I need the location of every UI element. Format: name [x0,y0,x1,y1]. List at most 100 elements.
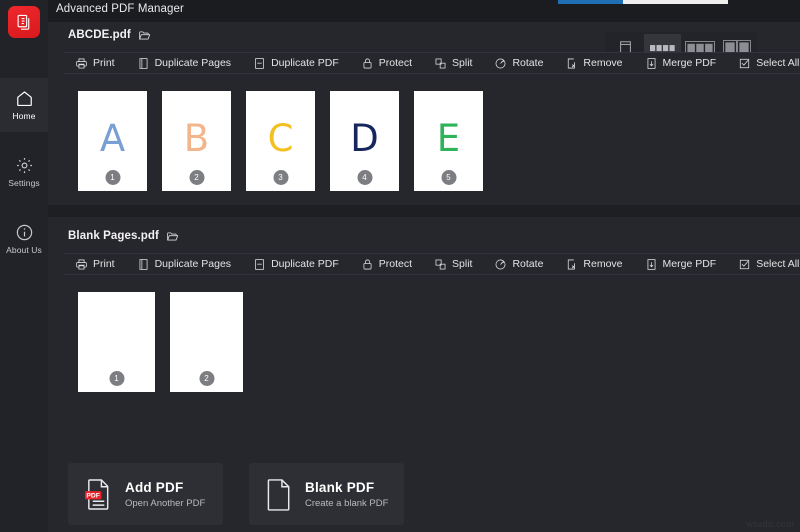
page-letter: E [436,116,461,160]
file-section: Blank Pages.pdf Print Duplicate Pages Du… [48,223,800,392]
add-pdf-title: Add PDF [125,479,184,495]
action-rotate-label: Rotate [512,57,544,69]
page-thumbnail[interactable]: D 4 [330,91,399,191]
progress-bar-track [558,0,728,4]
page-number-badge: 3 [273,170,288,185]
main-content: ABCDE.pdf Print Duplicate Pages Duplicat… [48,22,800,532]
page-thumbnail[interactable]: B 2 [162,91,231,191]
page-thumbnail-list: A 1 B 2 C 3 D 4 E 5 [48,74,800,191]
page-number-badge: 4 [357,170,372,185]
blank-pdf-text: Blank PDF Create a blank PDF [305,480,388,509]
site-watermark: wsxdn.com [746,519,794,529]
printer-icon [76,259,87,269]
sidebar-items: Home Settings About Us [0,78,48,279]
duplicate-pdf-icon [255,258,264,270]
action-duplicate-pages-label: Duplicate Pages [154,57,232,69]
page-thumbnail[interactable]: 1 [78,292,155,392]
action-remove-label: Remove [583,57,623,69]
action-rotate[interactable]: Rotate [483,253,554,275]
action-duplicate-pdf[interactable]: Duplicate PDF [242,52,350,74]
blank-file-icon [267,478,290,511]
action-protect[interactable]: Protect [350,253,423,275]
action-print[interactable]: Print [64,52,126,74]
action-remove[interactable]: Remove [554,52,633,74]
page-number-badge: 5 [441,170,456,185]
action-protect-label: Protect [378,57,413,69]
sidebar-item-about-us-label: About Us [6,245,42,256]
gear-icon [16,158,32,174]
sidebar-item-home[interactable]: Home [0,78,48,132]
page-letter: C [267,116,294,160]
printer-icon [76,58,87,68]
page-thumbnail-list: 1 2 [48,275,800,392]
page-thumbnail[interactable]: 2 [170,292,243,392]
page-number-badge: 2 [199,371,214,386]
action-protect-label: Protect [378,258,413,270]
file-section: ABCDE.pdf Print Duplicate Pages Duplicat… [48,22,800,191]
section-divider [48,205,800,217]
action-print[interactable]: Print [64,253,126,275]
action-select-all[interactable]: Select All [727,253,800,275]
page-thumbnail[interactable]: E 5 [414,91,483,191]
action-print-label: Print [93,258,115,270]
page-letter: B [183,116,210,160]
action-merge-pdf[interactable]: Merge PDF [634,253,728,275]
blank-pdf-title: Blank PDF [305,479,375,495]
action-split[interactable]: Split [423,253,483,275]
file-name: ABCDE.pdf [68,29,131,41]
app-title: Advanced PDF Manager [56,3,184,15]
page-thumbnail[interactable]: A 1 [78,91,147,191]
sidebar-item-settings-label: Settings [8,178,40,189]
add-pdf-text: Add PDF Open Another PDF [125,480,205,509]
action-select-all-label: Select All [756,57,800,69]
open-folder-icon[interactable] [166,230,179,243]
remove-icon [568,259,576,269]
blank-pdf-subtitle: Create a blank PDF [305,497,389,509]
action-rotate[interactable]: Rotate [483,52,554,74]
page-letter: A [99,116,126,160]
page-letter: D [350,116,379,160]
action-merge-pdf-label: Merge PDF [662,258,717,270]
merge-pdf-icon [647,258,655,270]
split-icon [435,259,446,269]
bottom-action-bar: PDF Add PDF Open Another PDF Blank PDF C… [48,456,800,532]
action-duplicate-pages[interactable]: Duplicate Pages [126,253,242,275]
open-folder-icon[interactable] [138,29,151,42]
page-thumbnail[interactable]: C 3 [246,91,315,191]
action-remove[interactable]: Remove [554,253,633,275]
blank-pdf-button[interactable]: Blank PDF Create a blank PDF [249,463,404,525]
action-print-label: Print [93,57,115,69]
sidebar-item-home-label: Home [12,111,36,122]
action-duplicate-pages-label: Duplicate Pages [154,258,232,270]
page-number-badge: 2 [189,170,204,185]
sidebar-item-settings[interactable]: Settings [0,145,48,199]
action-merge-pdf[interactable]: Merge PDF [634,52,728,74]
sidebar: Home Settings About Us [0,0,48,532]
app-window: Advanced PDF Manager Home Settings About… [0,0,800,532]
action-duplicate-pages[interactable]: Duplicate Pages [126,52,242,74]
page-number-badge: 1 [109,371,124,386]
file-header: Blank Pages.pdf [48,223,800,249]
action-duplicate-pdf[interactable]: Duplicate PDF [242,253,350,275]
action-remove-label: Remove [583,258,623,270]
app-logo [8,6,40,38]
action-select-all[interactable]: Select All [727,52,800,74]
action-protect[interactable]: Protect [350,52,423,74]
progress-bar-fill [558,0,623,4]
sidebar-item-about-us[interactable]: About Us [0,212,48,266]
duplicate-pdf-icon [255,57,264,69]
checkbox-check-icon [740,58,750,68]
lock-icon [363,259,372,269]
action-split-label: Split [452,57,473,69]
duplicate-pages-icon [139,258,148,270]
action-duplicate-pdf-label: Duplicate PDF [271,57,339,69]
svg-text:PDF: PDF [86,492,100,499]
action-rotate-label: Rotate [512,258,544,270]
action-split[interactable]: Split [423,52,483,74]
action-split-label: Split [452,258,473,270]
info-icon [16,225,32,241]
duplicate-pages-icon [139,57,148,69]
add-pdf-button[interactable]: PDF Add PDF Open Another PDF [68,463,223,525]
pdf-copy-icon [17,14,29,30]
rotate-icon [496,58,506,68]
